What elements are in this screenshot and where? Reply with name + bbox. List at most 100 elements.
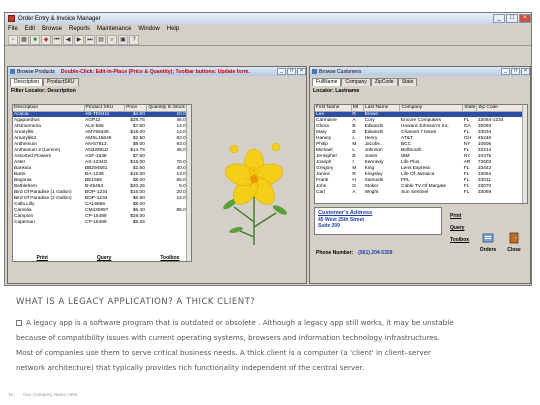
customer-address-box: Customer's Address 45 West 25th Street S… <box>314 207 442 235</box>
toolbar: ▫ ▦ ■ ◆ ⏮ ◀ ▶ ⏭ ▤ ⌕ ▣ ? <box>5 34 531 46</box>
address-line-2: Suite 209 <box>318 223 340 229</box>
menu-window[interactable]: Window <box>138 26 159 32</box>
help-icon[interactable]: ? <box>129 34 139 45</box>
tab-state[interactable]: State <box>397 78 418 86</box>
first-icon[interactable]: ⏮ <box>52 34 62 45</box>
product-flower-image <box>223 142 288 245</box>
menu-reports[interactable]: Reports <box>69 26 90 32</box>
products-titlebar: Browse Products Double-Click: Edit-In-Pl… <box>8 67 306 76</box>
customers-side-links: Print Query Toolbox <box>450 213 469 249</box>
slide-paragraph: A legacy app is a software program that … <box>16 315 526 375</box>
customers-close-button[interactable]: × <box>521 68 530 75</box>
table-cell: Sun Sentinel <box>400 189 429 195</box>
table-cell: Capeman <box>14 219 35 225</box>
table-cell <box>147 219 191 225</box>
menu-help[interactable]: Help <box>167 26 179 32</box>
minimize-button[interactable]: _ <box>493 14 505 23</box>
orders-icon <box>482 233 494 243</box>
address-title: Customer's Address <box>318 210 373 216</box>
next-icon[interactable]: ▶ <box>74 34 84 45</box>
window-icon <box>312 69 317 74</box>
table-row[interactable]: Capeman CP-15489 $5.25 <box>13 219 191 225</box>
zoom-icon[interactable]: ⌕ <box>107 34 117 45</box>
customers-title: Browse Customers <box>319 68 362 75</box>
app-titlebar: Order Entry & Invoice Manager _ □ × <box>5 13 531 24</box>
products-title: Browse Products <box>17 68 55 75</box>
menubar: File Edit Browse Reports Maintenance Win… <box>5 24 531 34</box>
customers-tabs: FullName Company ZipCode State <box>312 78 528 86</box>
door-icon <box>509 232 519 244</box>
close-button[interactable]: Close <box>504 232 524 253</box>
col-state[interactable]: State <box>462 105 478 112</box>
customers-minimize-button[interactable]: _ <box>501 68 510 75</box>
orders-label: Orders <box>479 247 497 253</box>
table-cell: CP-15489 <box>85 219 107 225</box>
app-title: Order Entry & Invoice Manager <box>18 15 101 22</box>
menu-file[interactable]: File <box>8 26 18 32</box>
new-icon[interactable]: ▫ <box>8 34 18 45</box>
app-icon <box>8 15 15 22</box>
close-window-button[interactable]: × <box>519 14 531 23</box>
products-print-button[interactable]: Print <box>37 255 48 261</box>
paragraph-line: because of compatibility issues with cur… <box>16 333 440 342</box>
menu-browse[interactable]: Browse <box>42 26 62 32</box>
table-cell: Wright <box>364 189 379 195</box>
phone-value: (561) 204-5359 <box>358 250 393 256</box>
paragraph-line: Most of companies use them to serve crit… <box>16 348 431 357</box>
customers-locator: Locator: Lastname <box>313 88 360 94</box>
save-icon[interactable]: ▣ <box>118 34 128 45</box>
customers-scrollbar[interactable] <box>522 105 527 203</box>
tab-productsku[interactable]: ProductSKU <box>43 78 79 86</box>
products-grid[interactable]: Description Product SKU Price Quantity I… <box>12 104 192 262</box>
browse-customers-window: Browse Customers _ □ × FullName Company … <box>309 66 531 284</box>
menu-edit[interactable]: Edit <box>25 26 35 32</box>
col-quantity[interactable]: Quantity In Stock <box>146 105 191 112</box>
customers-titlebar: Browse Customers _ □ × <box>310 67 530 76</box>
browse-products-window: Browse Products Double-Click: Edit-In-Pl… <box>7 66 307 284</box>
products-hint: Double-Click: Edit-In-Place (Price & Qua… <box>60 68 250 75</box>
phone-row: Phone Number: (561) 204-5359 <box>316 250 392 256</box>
customers-print-button[interactable]: Print <box>450 213 469 219</box>
products-scrollbar[interactable] <box>186 105 191 261</box>
app-window: Order Entry & Invoice Manager _ □ × File… <box>4 12 532 286</box>
orders-button[interactable]: Orders <box>478 232 498 253</box>
customers-grid[interactable]: First Name MI Last Name Company State Zi… <box>314 104 528 204</box>
close-label: Close <box>507 247 521 253</box>
paragraph-line: A legacy app is a software program that … <box>16 315 526 330</box>
grid-icon[interactable]: ▦ <box>19 34 29 45</box>
products-toolbox-button[interactable]: Toolbox <box>160 255 179 261</box>
products-query-button[interactable]: Query <box>97 255 111 261</box>
table-cell: $5.25 <box>132 219 145 225</box>
table-row[interactable]: Carl A Wright Sun Sentinel FL 33069 <box>315 189 527 195</box>
products-close-button[interactable]: × <box>297 68 306 75</box>
last-icon[interactable]: ⏭ <box>85 34 95 45</box>
products-locator: Filter Locator: Description <box>11 88 76 94</box>
slide-heading: WHAT IS A LEGACY APPLICATION? A THICK CL… <box>16 297 256 307</box>
print-icon[interactable]: ▤ <box>96 34 106 45</box>
slide-footer: 15 Your Company Name Here <box>8 392 85 397</box>
chart-icon[interactable]: ■ <box>30 34 40 45</box>
company-name: Your Company Name Here <box>22 392 78 397</box>
bullet-icon <box>16 320 22 326</box>
prev-icon[interactable]: ◀ <box>63 34 73 45</box>
products-tabs: Description ProductSKU <box>10 78 304 86</box>
customers-toolbox-button[interactable]: Toolbox <box>450 237 469 243</box>
paragraph-line: network architecture) that typically pro… <box>16 363 365 372</box>
phone-label: Phone Number: <box>316 250 354 256</box>
products-maximize-button[interactable]: □ <box>287 68 296 75</box>
tab-description[interactable]: Description <box>10 78 44 86</box>
products-minimize-button[interactable]: _ <box>277 68 286 75</box>
menu-maintenance[interactable]: Maintenance <box>97 26 131 32</box>
tab-zipcode[interactable]: ZipCode <box>370 78 398 86</box>
tab-fullname[interactable]: FullName <box>312 78 342 86</box>
table-cell: A <box>352 189 356 195</box>
insert-icon[interactable]: ◆ <box>41 34 51 45</box>
products-buttons: Print Query Toolbox <box>12 255 204 261</box>
customers-query-button[interactable]: Query <box>450 225 469 231</box>
table-cell: 33069 <box>477 189 492 195</box>
tab-company[interactable]: Company <box>341 78 371 86</box>
customers-maximize-button[interactable]: □ <box>511 68 520 75</box>
page-number: 15 <box>8 392 14 397</box>
window-icon <box>10 69 15 74</box>
maximize-button[interactable]: □ <box>506 14 518 23</box>
